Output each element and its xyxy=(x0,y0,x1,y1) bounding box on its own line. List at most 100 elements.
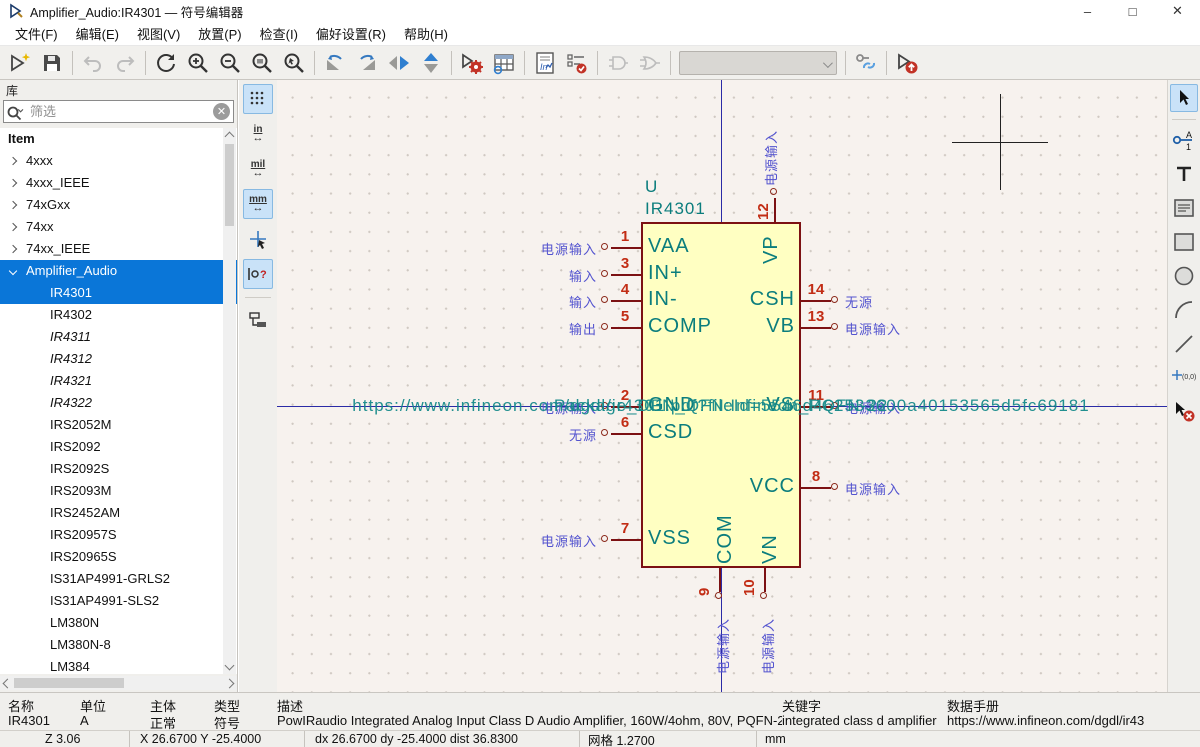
menu-item-4[interactable]: 检查(I) xyxy=(251,21,307,46)
symbol-tree-toggle-button[interactable] xyxy=(243,305,273,335)
chevron-collapsed-icon[interactable] xyxy=(8,178,18,188)
tree-horizontal-scrollbar[interactable] xyxy=(0,676,237,690)
chevron-collapsed-icon[interactable] xyxy=(8,156,18,166)
delete-tool-button[interactable] xyxy=(1170,398,1198,426)
rotate-ccw-button[interactable] xyxy=(319,48,351,78)
pin-edit-mode-button[interactable] xyxy=(850,48,882,78)
tree-item-74xGxx[interactable]: 74xGxx xyxy=(0,194,237,216)
tree-item-LM384[interactable]: LM384 xyxy=(0,656,237,674)
units-mils-button[interactable]: mil ↔ xyxy=(243,154,273,184)
tree-item-LM380N-8[interactable]: LM380N-8 xyxy=(0,634,237,656)
pin-13-name[interactable]: VB xyxy=(641,315,795,338)
pin-8-name[interactable]: VCC xyxy=(641,475,795,498)
menu-item-3[interactable]: 放置(P) xyxy=(189,21,250,46)
tree-vertical-scrollbar[interactable] xyxy=(223,128,236,674)
pin-1-name[interactable]: VAA xyxy=(648,235,690,258)
symbol-reference[interactable]: U xyxy=(645,177,658,197)
zoom-out-button[interactable] xyxy=(214,48,246,78)
tree-item-IR4321[interactable]: IR4321 xyxy=(0,370,237,392)
demorgan-standard-button[interactable] xyxy=(602,48,634,78)
symbol-value[interactable]: IR4301 xyxy=(645,199,706,219)
tree-item-IRS2092[interactable]: IRS2092 xyxy=(0,436,237,458)
pin-9-name[interactable]: COM xyxy=(714,514,737,564)
search-icon[interactable] xyxy=(4,103,30,121)
select-tool-button[interactable] xyxy=(1170,84,1198,112)
pin-3-line[interactable] xyxy=(611,274,641,276)
chevron-collapsed-icon[interactable] xyxy=(8,200,18,210)
rotate-cw-button[interactable] xyxy=(351,48,383,78)
pin-9-line[interactable] xyxy=(719,568,721,592)
zoom-in-button[interactable] xyxy=(182,48,214,78)
tree-item-IR4302[interactable]: IR4302 xyxy=(0,304,237,326)
tree-item-74xx_IEEE[interactable]: 74xx_IEEE xyxy=(0,238,237,260)
menu-item-5[interactable]: 偏好设置(R) xyxy=(307,21,395,46)
zoom-selection-button[interactable] xyxy=(278,48,310,78)
tree-item-Amplifier_Audio[interactable]: Amplifier_Audio xyxy=(0,260,237,282)
tree-item-IRS2052M[interactable]: IRS2052M xyxy=(0,414,237,436)
pin-6-name[interactable]: CSD xyxy=(648,421,693,444)
units-inches-button[interactable]: in ↔ xyxy=(243,119,273,149)
undo-button[interactable] xyxy=(77,48,109,78)
clear-search-icon[interactable]: ✕ xyxy=(213,103,230,120)
library-search[interactable]: ✕ xyxy=(3,100,234,123)
menu-item-0[interactable]: 文件(F) xyxy=(6,21,67,46)
pin-4-line[interactable] xyxy=(611,300,641,302)
redo-button[interactable] xyxy=(109,48,141,78)
tree-item-4xxx_IEEE[interactable]: 4xxx_IEEE xyxy=(0,172,237,194)
save-button[interactable] xyxy=(36,48,68,78)
zoom-fit-button[interactable] xyxy=(246,48,278,78)
tree-item-IR4311[interactable]: IR4311 xyxy=(0,326,237,348)
tree-item-IR4301[interactable]: IR4301 xyxy=(0,282,237,304)
move-anchor-tool-button[interactable]: (0,0) xyxy=(1170,364,1198,392)
tree-item-IRS2092S[interactable]: IRS2092S xyxy=(0,458,237,480)
scroll-left-icon[interactable] xyxy=(2,678,13,689)
scroll-up-icon[interactable] xyxy=(224,131,235,142)
menu-item-6[interactable]: 帮助(H) xyxy=(395,21,457,46)
pin-14-name[interactable]: CSH xyxy=(641,288,795,311)
tree-item-IS31AP4991-SLS2[interactable]: IS31AP4991-SLS2 xyxy=(0,590,237,612)
refresh-view-button[interactable] xyxy=(150,48,182,78)
menu-item-1[interactable]: 编辑(E) xyxy=(67,21,128,46)
add-arc-tool-button[interactable] xyxy=(1170,296,1198,324)
pin-7-line[interactable] xyxy=(611,539,641,541)
close-button[interactable]: ✕ xyxy=(1155,0,1200,22)
add-rectangle-tool-button[interactable] xyxy=(1170,228,1198,256)
pin-14-line[interactable] xyxy=(801,300,831,302)
add-pin-tool-button[interactable]: A1 xyxy=(1170,126,1198,154)
pin-7-name[interactable]: VSS xyxy=(648,527,691,550)
pin-3-name[interactable]: IN+ xyxy=(648,262,683,285)
pin-13-line[interactable] xyxy=(801,327,831,329)
chevron-collapsed-icon[interactable] xyxy=(8,222,18,232)
mirror-horizontal-button[interactable] xyxy=(383,48,415,78)
units-mm-button[interactable]: mm ↔ xyxy=(243,189,273,219)
search-input[interactable] xyxy=(30,104,213,119)
tree-item-IRS2093M[interactable]: IRS2093M xyxy=(0,480,237,502)
tree-item-IRS20957S[interactable]: IRS20957S xyxy=(0,524,237,546)
maximize-button[interactable]: □ xyxy=(1110,0,1155,22)
scroll-right-icon[interactable] xyxy=(224,678,235,689)
new-symbol-button[interactable] xyxy=(4,48,36,78)
add-textbox-tool-button[interactable] xyxy=(1170,194,1198,222)
tree-item-IS31AP4991-GRLS2[interactable]: IS31AP4991-GRLS2 xyxy=(0,568,237,590)
pin-12-line[interactable] xyxy=(774,198,776,222)
fullscreen-cursor-button[interactable] xyxy=(243,224,273,254)
chevron-collapsed-icon[interactable] xyxy=(8,244,18,254)
add-circle-tool-button[interactable] xyxy=(1170,262,1198,290)
scroll-down-icon[interactable] xyxy=(224,660,235,671)
pin-5-line[interactable] xyxy=(611,327,641,329)
tree-item-LM380N[interactable]: LM380N xyxy=(0,612,237,634)
demorgan-alternate-button[interactable] xyxy=(634,48,666,78)
chevron-expanded-icon[interactable] xyxy=(8,266,18,276)
minimize-button[interactable]: – xyxy=(1065,0,1110,22)
tree-item-IR4322[interactable]: IR4322 xyxy=(0,392,237,414)
editor-canvas[interactable]: U IR4301 1 VAA 电源输入 3 IN+ 输入 4 IN- 输入 5 COMP 输出 2 GND 电源… xyxy=(277,80,1167,692)
symbol-check-button[interactable] xyxy=(561,48,593,78)
pin-12-name[interactable]: VP xyxy=(760,235,783,264)
scrollbar-thumb[interactable] xyxy=(14,678,124,688)
pin-table-button[interactable] xyxy=(488,48,520,78)
pin-1-line[interactable] xyxy=(611,247,641,249)
pin-electrical-type-button[interactable]: ? xyxy=(243,259,273,289)
pin-6-line[interactable] xyxy=(611,433,641,435)
tree-item-4xxx[interactable]: 4xxx xyxy=(0,150,237,172)
menu-item-2[interactable]: 视图(V) xyxy=(128,21,189,46)
